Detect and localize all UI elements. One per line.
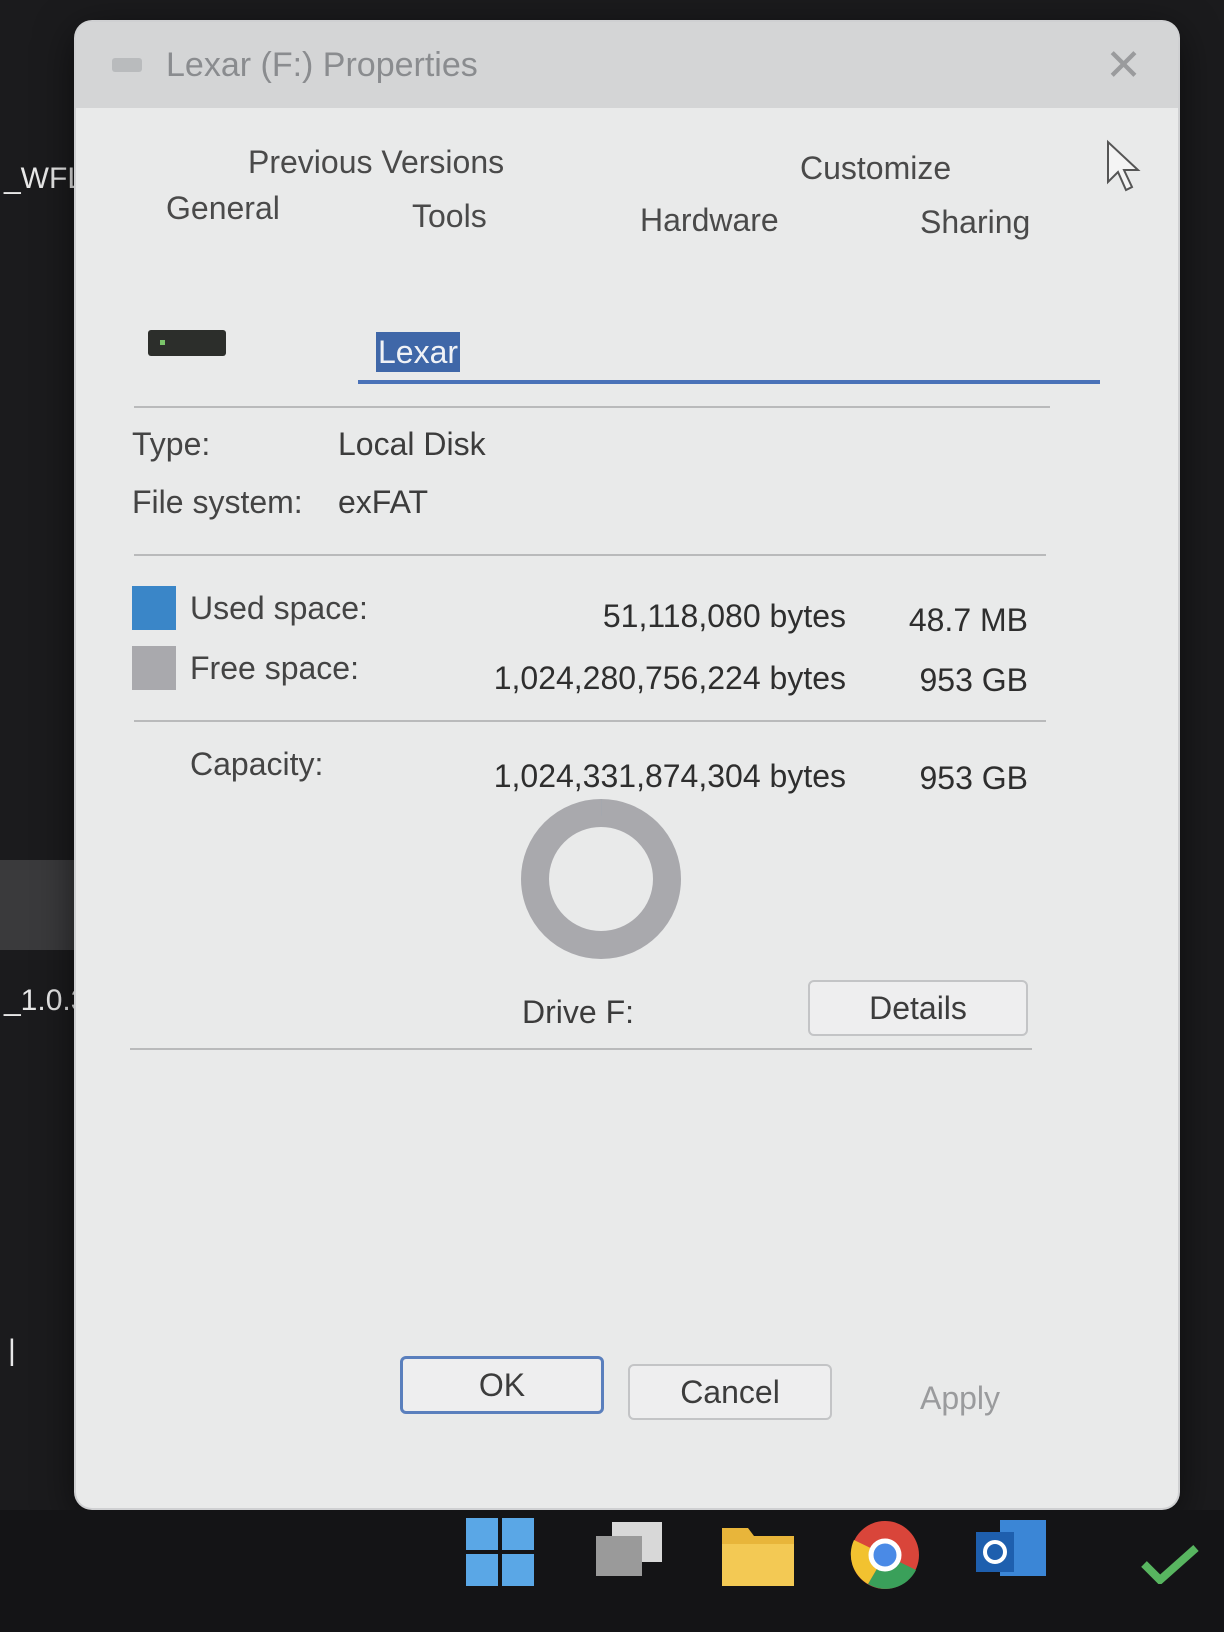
apply-button[interactable]: Apply (858, 1370, 1062, 1426)
close-icon[interactable]: ✕ (1105, 44, 1142, 88)
chrome-icon[interactable] (850, 1520, 920, 1590)
separator (130, 1048, 1032, 1050)
ok-button[interactable]: OK (400, 1356, 604, 1414)
tab-tools[interactable]: Tools (412, 198, 487, 235)
type-label: Type: (132, 426, 211, 462)
used-space-size: 48.7 MB (908, 602, 1028, 638)
file-system-value: exFAT (338, 484, 429, 520)
file-explorer-icon[interactable] (722, 1520, 794, 1586)
dialog-title: Lexar (F:) Properties (166, 46, 478, 84)
tab-general[interactable]: General (166, 190, 280, 227)
used-space-bytes: 51,118,080 bytes (602, 598, 846, 634)
drive-icon (148, 330, 226, 356)
free-space-bytes: 1,024,280,756,224 bytes (493, 660, 846, 696)
free-space-label: Free space: (190, 650, 359, 686)
mouse-cursor-icon (1107, 139, 1141, 192)
separator (134, 554, 1046, 556)
capacity-size: 953 GB (919, 760, 1028, 796)
background-text: _1.0.3 (4, 984, 88, 1017)
usage-donut-chart (521, 799, 681, 959)
used-space-label: Used space: (190, 590, 368, 626)
outlook-icon[interactable] (976, 1520, 1046, 1584)
task-view-icon[interactable] (596, 1522, 662, 1588)
tab-sharing[interactable]: Sharing (920, 204, 1030, 241)
type-value: Local Disk (338, 426, 486, 462)
background-text: | (8, 1334, 16, 1367)
cancel-button[interactable]: Cancel (628, 1364, 832, 1420)
capacity-label: Capacity: (190, 746, 324, 782)
checkmark-icon[interactable] (1140, 1544, 1200, 1584)
title-bar: Lexar (F:) Properties ✕ (76, 22, 1178, 108)
taskbar (0, 1510, 1224, 1632)
file-system-label: File system: (132, 484, 303, 520)
properties-dialog: Lexar (F:) Properties ✕ Previous Version… (76, 22, 1178, 1508)
details-button[interactable]: Details (808, 980, 1028, 1036)
tab-hardware[interactable]: Hardware (640, 202, 779, 239)
tab-customize[interactable]: Customize (800, 150, 951, 187)
drive-title-icon (112, 58, 142, 72)
background-panel (0, 860, 80, 950)
tab-previous-versions[interactable]: Previous Versions (248, 144, 504, 181)
drive-label: Drive F: (522, 994, 634, 1030)
free-space-swatch (132, 646, 176, 690)
separator (134, 406, 1050, 408)
volume-name-input[interactable]: Lexar (358, 322, 1100, 384)
capacity-bytes: 1,024,331,874,304 bytes (493, 758, 846, 794)
separator (134, 720, 1046, 722)
windows-start-icon[interactable] (466, 1518, 534, 1586)
volume-name-text: Lexar (376, 332, 461, 372)
free-space-ring (521, 799, 681, 959)
used-space-swatch (132, 586, 176, 630)
free-space-size: 953 GB (919, 662, 1028, 698)
background-text: _WFL (4, 162, 85, 195)
